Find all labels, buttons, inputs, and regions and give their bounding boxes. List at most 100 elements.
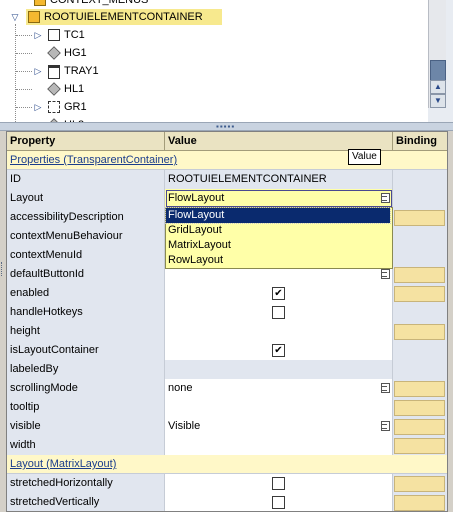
panel-splitter[interactable]: ▪▪▪▪▪	[0, 122, 453, 131]
property-row-tooltip: tooltip	[7, 398, 447, 418]
scroll-down-button[interactable]: ▼	[430, 94, 446, 108]
checkbox[interactable]	[272, 306, 285, 319]
checkbox[interactable]: ✔	[272, 344, 285, 357]
property-value-text: none	[168, 382, 193, 394]
property-row-height: height	[7, 322, 447, 342]
tree-connector-line	[16, 35, 32, 36]
group-icon	[48, 101, 60, 113]
property-name: Layout	[7, 189, 165, 208]
expand-arrow-icon[interactable]: ▷	[32, 63, 44, 79]
column-header-value[interactable]: Value	[165, 132, 393, 150]
binding-cell[interactable]	[393, 284, 447, 303]
binding-cell[interactable]	[393, 341, 447, 360]
property-row-labeledby: labeledBy	[7, 360, 447, 380]
property-value[interactable]	[165, 398, 393, 417]
checkbox[interactable]	[272, 496, 285, 509]
resize-handle[interactable]	[1, 262, 5, 276]
square-icon	[48, 29, 60, 41]
element-tree-panel: CONTEXT_MENUS ▽ ROOTUIELEMENTCONTAINER ▷ TC1…	[0, 0, 453, 122]
value-tooltip: Value	[348, 149, 381, 165]
binding-cell[interactable]	[393, 436, 447, 455]
tree-node-label: HL1	[64, 83, 85, 95]
property-value[interactable]: none	[165, 379, 393, 398]
table-header: Property Value Binding	[7, 132, 447, 151]
binding-cell[interactable]	[393, 265, 447, 284]
property-row-enabled: enabled ✔	[7, 284, 447, 304]
tree-node-rootuielementcontainer[interactable]: ▽ ROOTUIELEMENTCONTAINER	[12, 9, 222, 25]
tree-connector-line	[16, 89, 32, 90]
element-tree: CONTEXT_MENUS ▽ ROOTUIELEMENTCONTAINER ▷ TC1…	[0, 0, 428, 122]
property-value[interactable]: ✔	[165, 284, 393, 303]
property-value[interactable]	[165, 493, 393, 511]
binding-cell[interactable]	[393, 303, 447, 322]
column-header-binding[interactable]: Binding	[393, 132, 447, 150]
tree-node-label: TRAY1	[64, 65, 99, 77]
property-value[interactable]: FlowLayout	[165, 189, 393, 208]
binding-button[interactable]	[394, 210, 445, 226]
property-value-text: FlowLayout	[168, 192, 225, 204]
tree-connector-line	[16, 53, 32, 54]
binding-cell[interactable]	[393, 474, 447, 493]
binding-button[interactable]	[394, 267, 445, 283]
property-row-layout: Layout FlowLayout	[7, 189, 447, 209]
dropdown-button-icon[interactable]	[380, 382, 390, 393]
binding-button[interactable]	[394, 438, 445, 454]
property-value[interactable]: ✔	[165, 341, 393, 360]
binding-cell[interactable]	[393, 398, 447, 417]
binding-button[interactable]	[394, 286, 445, 302]
tree-node-label: HG1	[64, 47, 87, 59]
property-value[interactable]	[165, 474, 393, 493]
binding-cell[interactable]	[393, 379, 447, 398]
scroll-up-button[interactable]: ▲	[430, 80, 446, 94]
property-row-scrollingmode: scrollingMode none	[7, 379, 447, 399]
diamond-icon	[47, 46, 61, 60]
layout-dropdown-list[interactable]: FlowLayout GridLayout MatrixLayout RowLayou…	[165, 207, 393, 269]
tree-node-label: ROOTUIELEMENTCONTAINER	[44, 11, 203, 23]
property-row-islayoutcontainer: isLayoutContainer ✔	[7, 341, 447, 361]
binding-cell[interactable]	[393, 322, 447, 341]
checkbox[interactable]: ✔	[272, 287, 285, 300]
tree-connector-line	[16, 107, 32, 108]
property-value[interactable]	[165, 322, 393, 341]
property-name: labeledBy	[7, 360, 165, 379]
property-name: scrollingMode	[7, 379, 165, 398]
property-value[interactable]: Visible	[165, 417, 393, 436]
binding-button[interactable]	[394, 476, 445, 492]
binding-cell[interactable]	[393, 170, 447, 189]
binding-cell[interactable]	[393, 189, 447, 208]
expand-arrow-icon[interactable]: ▷	[32, 27, 44, 43]
binding-cell[interactable]	[393, 208, 447, 227]
property-value: ROOTUIELEMENTCONTAINER	[165, 170, 393, 189]
binding-button[interactable]	[394, 495, 445, 511]
tree-node-label: TC1	[64, 29, 85, 41]
column-header-property[interactable]: Property	[7, 132, 165, 150]
checkbox[interactable]	[272, 477, 285, 490]
binding-cell[interactable]	[393, 493, 447, 511]
binding-cell[interactable]	[393, 227, 447, 246]
expand-arrow-icon[interactable]: ▷	[32, 99, 44, 115]
dropdown-button-icon[interactable]	[380, 420, 390, 431]
binding-cell[interactable]	[393, 417, 447, 436]
property-row-id: ID ROOTUIELEMENTCONTAINER	[7, 170, 447, 190]
dropdown-option-matrixlayout[interactable]: MatrixLayout	[166, 238, 390, 253]
binding-cell[interactable]	[393, 246, 447, 265]
splitter-grip-icon[interactable]: ▪▪▪▪▪	[216, 123, 235, 131]
properties-group-header[interactable]: Properties (TransparentContainer)	[7, 151, 447, 170]
property-name: contextMenuBehaviour	[7, 227, 165, 246]
dropdown-button-icon[interactable]	[380, 192, 390, 203]
dropdown-option-rowlayout[interactable]: RowLayout	[166, 253, 390, 268]
property-name: height	[7, 322, 165, 341]
dropdown-option-flowlayout[interactable]: FlowLayout	[165, 207, 391, 224]
binding-button[interactable]	[394, 400, 445, 416]
dropdown-option-gridlayout[interactable]: GridLayout	[166, 223, 390, 238]
property-value[interactable]	[165, 436, 393, 455]
binding-button[interactable]	[394, 381, 445, 397]
tree-node-label: CONTEXT_MENUS	[50, 0, 149, 6]
binding-button[interactable]	[394, 419, 445, 435]
layout-group-header[interactable]: Layout (MatrixLayout)	[7, 455, 447, 474]
binding-cell[interactable]	[393, 360, 447, 379]
binding-button[interactable]	[394, 324, 445, 340]
collapse-arrow-icon[interactable]: ▽	[9, 9, 21, 25]
property-value[interactable]	[165, 303, 393, 322]
dropdown-button-icon[interactable]	[380, 268, 390, 279]
